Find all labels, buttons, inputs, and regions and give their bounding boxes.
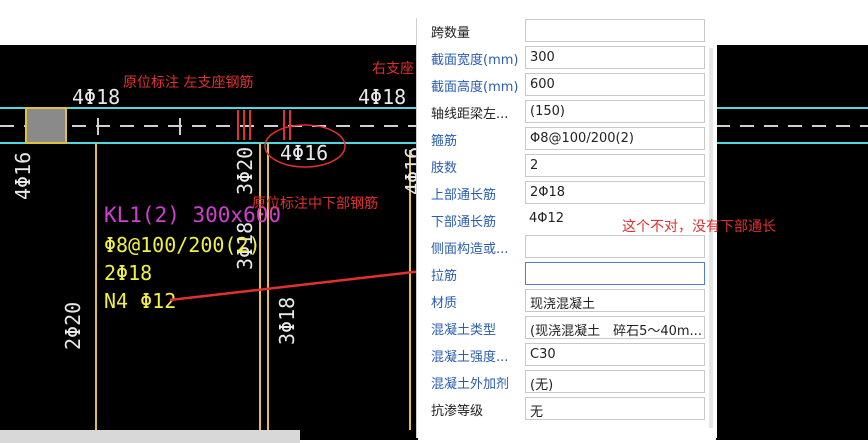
prop-row-legs[interactable]: 肢数 2 — [417, 153, 717, 180]
prop-value[interactable]: (150) — [525, 100, 705, 123]
statusbar-strip — [0, 430, 300, 443]
prop-name: 跨数量 — [431, 26, 471, 41]
prop-name: 肢数 — [431, 161, 458, 176]
prop-value[interactable]: 现浇混凝土 — [525, 289, 705, 312]
prop-value[interactable]: C30 — [525, 343, 705, 366]
middle-rebar-label: 4Φ16 — [280, 141, 328, 165]
prop-row-section-height[interactable]: 截面高度(mm) 600 — [417, 72, 717, 99]
prop-row-concrete-strength[interactable]: 混凝土强度... C30 — [417, 342, 717, 369]
bottom-left-rebar-label: 2Φ20 — [61, 302, 85, 350]
prop-name: 下部通长筋 — [431, 215, 497, 230]
prop-value[interactable]: 300 — [525, 46, 705, 69]
prop-name: 侧面构造或... — [431, 242, 509, 257]
note-right-support: 右支座 — [372, 61, 414, 77]
left-col-rebar-label: 4Φ16 — [11, 152, 35, 200]
top-left-rebar-label: 4Φ18 — [72, 85, 120, 109]
prop-value[interactable]: 无 — [525, 397, 705, 420]
prop-row-axis-offset[interactable]: 轴线距梁左... (150) — [417, 99, 717, 126]
panel-scrollbar[interactable] — [709, 48, 713, 428]
prop-name: 箍筋 — [431, 134, 458, 149]
prop-name: 材质 — [431, 296, 458, 311]
prop-value[interactable]: (现浇混凝土 碎石5～40m... — [525, 316, 705, 339]
prop-value[interactable]: 600 — [525, 73, 705, 96]
prop-row-impermeability[interactable]: 抗渗等级 无 — [417, 396, 717, 423]
column-block — [25, 107, 67, 144]
top-right-rebar-label: 4Φ18 — [358, 85, 406, 109]
beam-top-label: 2Φ18 — [104, 261, 152, 285]
prop-value-input[interactable] — [525, 262, 705, 285]
prop-value[interactable]: 2Φ18 — [525, 181, 705, 204]
prop-row-stirrup[interactable]: 箍筋 Φ8@100/200(2) — [417, 126, 717, 153]
cad-canvas-right — [716, 45, 868, 440]
prop-name: 截面宽度(mm) — [431, 53, 519, 68]
prop-name: 混凝土强度... — [431, 350, 509, 365]
prop-value[interactable] — [525, 19, 705, 42]
prop-value[interactable]: 2 — [525, 154, 705, 177]
prop-row-section-width[interactable]: 截面宽度(mm) 300 — [417, 45, 717, 72]
note-mid-bottom: 原位标注中下部钢筋 — [252, 196, 378, 212]
prop-name: 轴线距梁左... — [431, 107, 509, 122]
prop-row-material[interactable]: 材质 现浇混凝土 — [417, 288, 717, 315]
prop-value[interactable]: Φ8@100/200(2) — [525, 127, 705, 150]
prop-row-admixture[interactable]: 混凝土外加剂 (无) — [417, 369, 717, 396]
prop-value[interactable] — [525, 235, 705, 258]
prop-name: 抗渗等级 — [431, 404, 484, 419]
stirrup-col-label: 3Φ20 — [233, 147, 257, 195]
prop-name: 上部通长筋 — [431, 188, 497, 203]
prop-name: 混凝土外加剂 — [431, 377, 510, 392]
beam-bottom-label: N4 Φ12 — [104, 289, 176, 313]
bottom-right-rebar-label: 3Φ18 — [275, 297, 299, 345]
prop-row-span-count[interactable]: 跨数量 — [417, 18, 717, 45]
prop-row-side-rebar[interactable]: 侧面构造或... — [417, 234, 717, 261]
prop-value[interactable]: (无) — [525, 370, 705, 393]
prop-name: 拉筋 — [431, 269, 458, 284]
note-wrong: 这个不对，没有下部通长 — [622, 219, 776, 235]
prop-name: 截面高度(mm) — [431, 80, 519, 95]
beam-stirrup-label: Φ8@100/200(2) — [104, 233, 261, 257]
prop-row-tie-bar[interactable]: 拉筋 — [417, 261, 717, 288]
prop-row-concrete-type[interactable]: 混凝土类型 (现浇混凝土 碎石5～40m... — [417, 315, 717, 342]
prop-row-top-continuous[interactable]: 上部通长筋 2Φ18 — [417, 180, 717, 207]
note-left-support: 原位标注 左支座钢筋 — [123, 75, 254, 91]
prop-name: 混凝土类型 — [431, 323, 497, 338]
